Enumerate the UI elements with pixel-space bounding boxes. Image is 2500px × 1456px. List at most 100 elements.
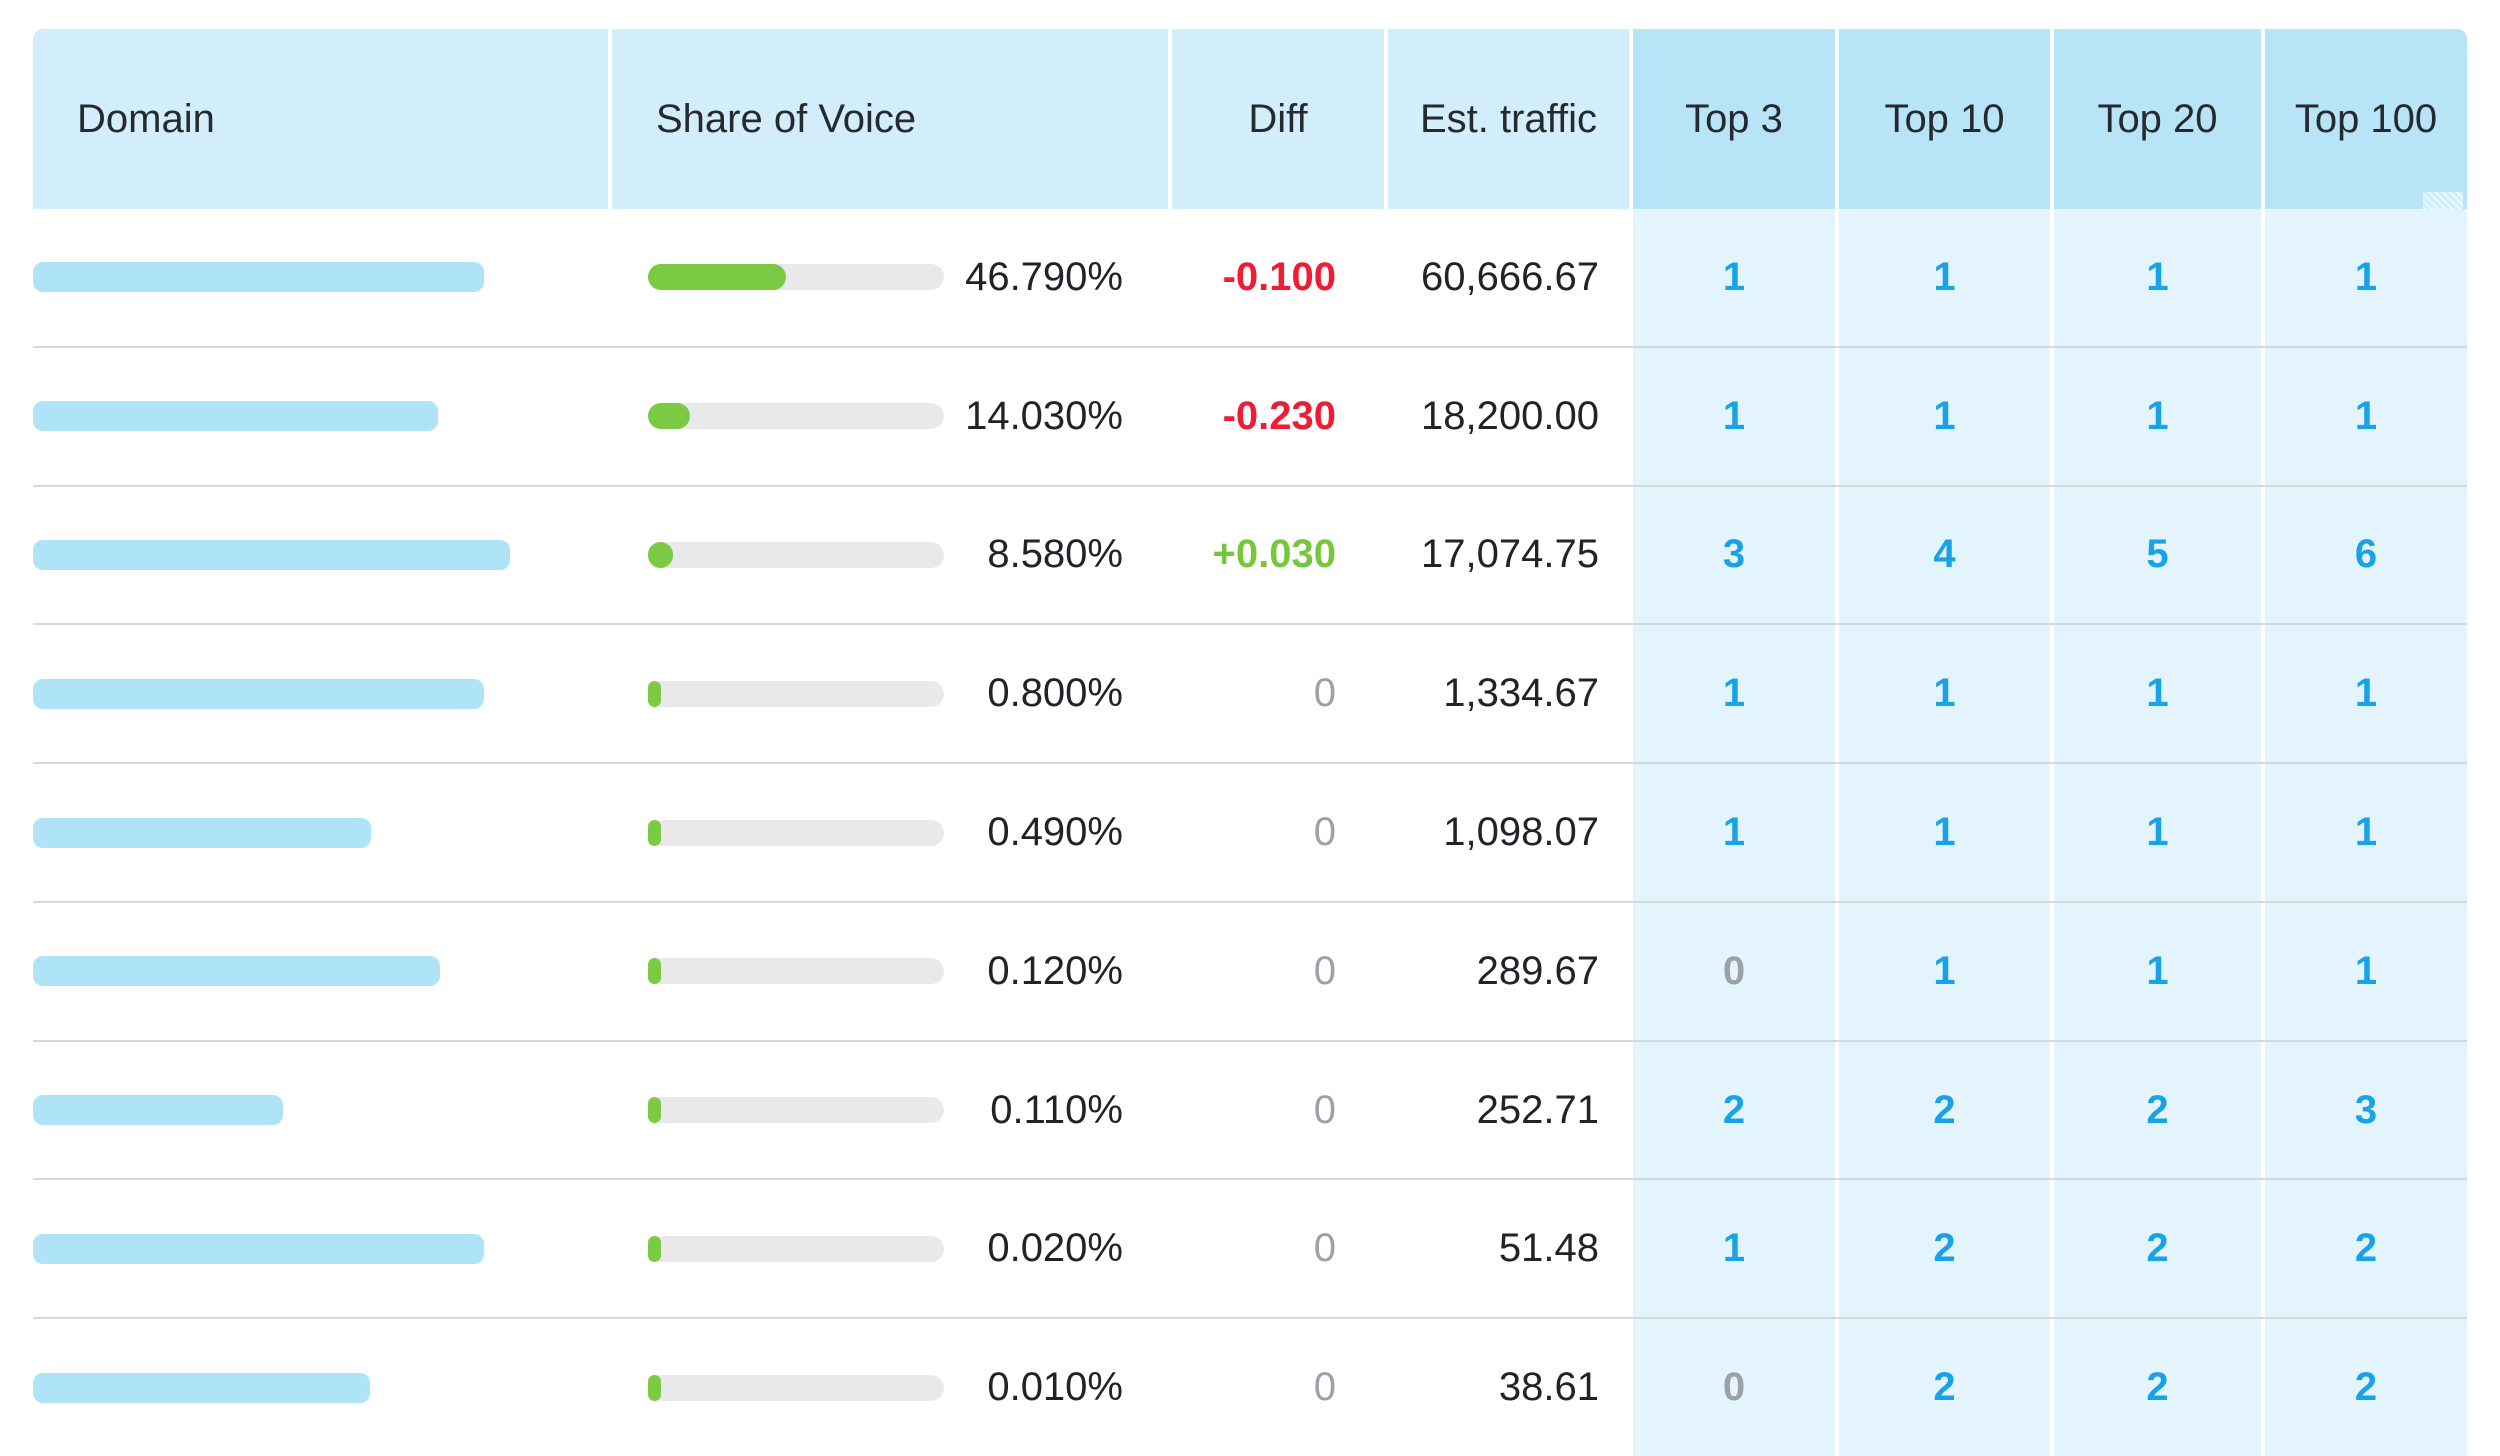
top3-value[interactable]: 1 [1723, 671, 1745, 716]
est-traffic-value: 18,200.00 [1421, 394, 1599, 439]
top100-cell: 1 [2265, 625, 2467, 762]
top10-cell: 1 [1839, 764, 2050, 901]
diff-value: -0.230 [1223, 394, 1336, 439]
share-of-voice-value: 0.120% [944, 949, 1168, 994]
top100-cell: 1 [2265, 903, 2467, 1040]
top10-value[interactable]: 2 [1933, 1365, 1955, 1410]
top20-value[interactable]: 1 [2146, 255, 2168, 300]
est-traffic-cell: 1,098.07 [1388, 764, 1629, 901]
est-traffic-cell: 38.61 [1388, 1319, 1629, 1456]
column-header-top3[interactable]: Top 3 [1633, 29, 1835, 209]
top20-value[interactable]: 1 [2146, 949, 2168, 994]
top100-value[interactable]: 3 [2355, 1088, 2377, 1133]
redacted-domain-placeholder[interactable] [33, 956, 440, 986]
diff-cell: 0 [1172, 1319, 1384, 1456]
top100-value[interactable]: 6 [2355, 532, 2377, 577]
share-of-voice-value: 14.030% [944, 394, 1168, 439]
share-of-voice-fill [648, 403, 690, 429]
top3-value: 0 [1723, 949, 1745, 994]
diff-cell: 0 [1172, 1180, 1384, 1317]
top20-cell: 1 [2054, 209, 2261, 346]
top3-value[interactable]: 1 [1723, 394, 1745, 439]
est-traffic-cell: 17,074.75 [1388, 487, 1629, 624]
top100-value[interactable]: 1 [2355, 949, 2377, 994]
top100-value[interactable]: 2 [2355, 1365, 2377, 1410]
top10-value[interactable]: 1 [1933, 810, 1955, 855]
diff-cell: +0.030 [1172, 487, 1384, 624]
top10-cell: 1 [1839, 209, 2050, 346]
top10-value[interactable]: 1 [1933, 671, 1955, 716]
share-of-voice-value: 0.110% [944, 1088, 1168, 1133]
top100-value[interactable]: 2 [2355, 1226, 2377, 1271]
top10-value[interactable]: 1 [1933, 394, 1955, 439]
redacted-domain-placeholder[interactable] [33, 540, 510, 570]
redacted-domain-placeholder[interactable] [33, 818, 371, 848]
column-header-est-traffic[interactable]: Est. traffic [1388, 29, 1629, 209]
top20-value[interactable]: 2 [2146, 1226, 2168, 1271]
domain-cell [33, 1042, 608, 1179]
column-header-top100[interactable]: Top 100 [2265, 29, 2467, 209]
top10-cell: 1 [1839, 903, 2050, 1040]
share-of-voice-cell: 0.120% [612, 903, 1168, 1040]
redacted-domain-placeholder[interactable] [33, 1373, 370, 1403]
share-of-voice-cell: 0.110% [612, 1042, 1168, 1179]
top100-value[interactable]: 1 [2355, 394, 2377, 439]
share-of-voice-fill [648, 820, 661, 846]
top3-value[interactable]: 1 [1723, 1226, 1745, 1271]
top3-value: 0 [1723, 1365, 1745, 1410]
share-of-voice-cell: 0.020% [612, 1180, 1168, 1317]
top10-value[interactable]: 1 [1933, 255, 1955, 300]
diff-value: 0 [1314, 1365, 1336, 1410]
top20-value[interactable]: 5 [2146, 532, 2168, 577]
top3-cell: 1 [1633, 348, 1835, 485]
top20-cell: 1 [2054, 903, 2261, 1040]
top20-value[interactable]: 2 [2146, 1088, 2168, 1133]
est-traffic-value: 38.61 [1499, 1365, 1599, 1410]
top3-value[interactable]: 1 [1723, 810, 1745, 855]
est-traffic-cell: 1,334.67 [1388, 625, 1629, 762]
est-traffic-value: 60,666.67 [1421, 255, 1599, 300]
top20-value[interactable]: 1 [2146, 394, 2168, 439]
share-of-voice-bar [648, 1236, 944, 1262]
top10-value[interactable]: 4 [1933, 532, 1955, 577]
redacted-domain-placeholder[interactable] [33, 1095, 283, 1125]
table-row: 0.110% 0 252.71 2 2 2 3 [33, 1040, 2467, 1179]
diff-cell: 0 [1172, 764, 1384, 901]
top20-cell: 2 [2054, 1180, 2261, 1317]
top3-value[interactable]: 1 [1723, 255, 1745, 300]
redacted-domain-placeholder[interactable] [33, 262, 484, 292]
column-header-diff[interactable]: Diff [1172, 29, 1384, 209]
share-of-voice-fill [648, 958, 661, 984]
top20-cell: 2 [2054, 1042, 2261, 1179]
column-header-top10[interactable]: Top 10 [1839, 29, 2050, 209]
top100-value[interactable]: 1 [2355, 810, 2377, 855]
column-header-share-of-voice[interactable]: Share of Voice [612, 29, 1168, 209]
redacted-domain-placeholder[interactable] [33, 679, 484, 709]
top10-value[interactable]: 2 [1933, 1088, 1955, 1133]
top3-cell: 1 [1633, 1180, 1835, 1317]
column-header-top20[interactable]: Top 20 [2054, 29, 2261, 209]
top20-value[interactable]: 1 [2146, 810, 2168, 855]
top100-value[interactable]: 1 [2355, 255, 2377, 300]
redacted-domain-placeholder[interactable] [33, 1234, 484, 1264]
top10-value[interactable]: 1 [1933, 949, 1955, 994]
top20-value[interactable]: 2 [2146, 1365, 2168, 1410]
diff-value: 0 [1314, 1226, 1336, 1271]
redacted-domain-placeholder[interactable] [33, 401, 438, 431]
est-traffic-cell: 51.48 [1388, 1180, 1629, 1317]
top100-value[interactable]: 1 [2355, 671, 2377, 716]
domain-cell [33, 764, 608, 901]
top3-value[interactable]: 2 [1723, 1088, 1745, 1133]
est-traffic-value: 17,074.75 [1421, 532, 1599, 577]
top20-value[interactable]: 1 [2146, 671, 2168, 716]
share-of-voice-fill [648, 264, 786, 290]
top10-value[interactable]: 2 [1933, 1226, 1955, 1271]
top100-cell: 1 [2265, 764, 2467, 901]
column-header-domain[interactable]: Domain [33, 29, 608, 209]
horizontal-scrollbar-thumb[interactable] [2423, 192, 2463, 209]
share-of-voice-value: 0.020% [944, 1226, 1168, 1271]
top3-cell: 0 [1633, 1319, 1835, 1456]
top3-value[interactable]: 3 [1723, 532, 1745, 577]
page: Domain Share of Voice Diff Est. traffic … [0, 0, 2500, 1456]
share-of-voice-value: 0.010% [944, 1365, 1168, 1410]
